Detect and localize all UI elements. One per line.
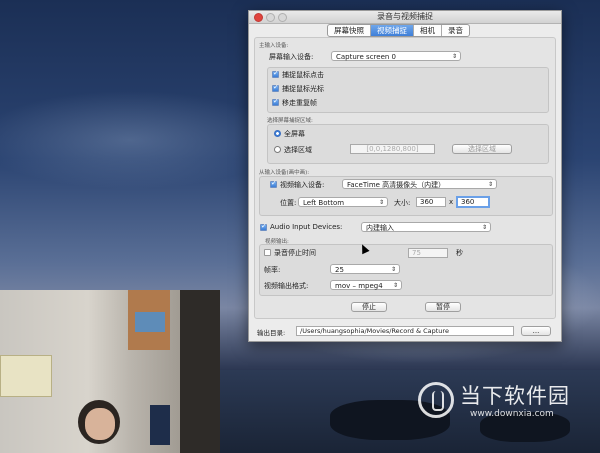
video-device-value: FaceTime 高清摄像头（内建） xyxy=(347,181,446,189)
full-screen-label: 全屏幕 xyxy=(284,130,305,138)
screen-device-select[interactable]: Capture screen 0 ⇕ xyxy=(331,51,461,61)
region-box: 全屏幕 选择区域 [0,0,1280,800] 选择区域 xyxy=(267,124,549,164)
chevron-updown-icon: ⇕ xyxy=(392,282,398,289)
select-region-radio[interactable] xyxy=(274,146,281,153)
brand-url: www.downxia.com xyxy=(470,409,554,419)
size-label: 大小: xyxy=(394,199,411,207)
chevron-updown-icon: ⇕ xyxy=(487,181,493,188)
full-screen-radio[interactable] xyxy=(274,130,281,137)
secondary-input-box: 视频输入设备: FaceTime 高清摄像头（内建） ⇕ 位置: Left Bo… xyxy=(259,176,553,216)
position-select[interactable]: Left Bottom ⇕ xyxy=(298,197,388,207)
books xyxy=(135,312,165,332)
fps-select[interactable]: 25 ⇕ xyxy=(330,264,400,274)
window-title: 录音与视频捕捉 xyxy=(377,12,433,21)
tab-audio[interactable]: 录音 xyxy=(442,25,469,36)
person-face xyxy=(85,408,115,440)
capture-options-box: 捕捉鼠标点击 捕捉鼠标光标 移走重复帧 xyxy=(267,67,549,113)
video-output-box: 录音停止时间 75 秒 帧率: 25 ⇕ 视频输出格式: mov – mpeg4… xyxy=(259,244,553,296)
tab-screenshot[interactable]: 屏幕快照 xyxy=(328,25,371,36)
close-button[interactable] xyxy=(254,13,263,22)
capture-clicks-label: 捕捉鼠标点击 xyxy=(282,71,324,79)
width-field[interactable]: 360 xyxy=(416,197,446,207)
height-field[interactable]: 360 xyxy=(456,196,490,208)
times-symbol: x xyxy=(449,198,454,206)
door-shadow xyxy=(180,290,220,453)
capture-window: 录音与视频捕捉 屏幕快照 视频捕捉 相机 录音 主输入设备: 屏幕输入设备: C… xyxy=(248,10,562,342)
position-label: 位置: xyxy=(280,199,297,207)
window-controls xyxy=(254,13,287,22)
region-coordinates-field[interactable]: [0,0,1280,800] xyxy=(350,144,435,154)
video-device-select[interactable]: FaceTime 高清摄像头（内建） ⇕ xyxy=(342,179,497,189)
capture-clicks-checkbox[interactable] xyxy=(272,69,279,78)
video-capture-panel: 主输入设备: 屏幕输入设备: Capture screen 0 ⇕ 捕捉鼠标点击… xyxy=(254,37,556,319)
video-input-checkbox[interactable] xyxy=(270,179,277,188)
browse-button[interactable]: ... xyxy=(521,326,551,336)
region-group-label: 选择屏幕捕捉区域: xyxy=(267,118,313,124)
secondary-input-group-label: 从输入设备(画中画): xyxy=(259,170,310,176)
video-device-label: 视频输入设备: xyxy=(280,181,325,189)
wall-poster xyxy=(0,355,52,397)
capture-cursor-checkbox[interactable] xyxy=(272,83,279,92)
zoom-button[interactable] xyxy=(278,13,287,22)
screen-device-label: 屏幕输入设备: xyxy=(269,53,314,61)
output-dir-label: 输出目录: xyxy=(257,329,286,337)
brand-logo-icon xyxy=(418,382,454,418)
audio-input-label: Audio Input Devices: xyxy=(270,223,343,231)
audio-input-checkbox[interactable] xyxy=(260,222,267,231)
screen-device-value: Capture screen 0 xyxy=(336,53,397,61)
select-region-button[interactable]: 选择区域 xyxy=(452,144,512,154)
fps-label: 帧率: xyxy=(264,266,281,274)
stop-timer-field[interactable]: 75 xyxy=(408,248,448,258)
main-input-group-label: 主输入设备: xyxy=(259,43,289,49)
audio-device-value: 内建输入 xyxy=(366,224,394,232)
chevron-updown-icon: ⇕ xyxy=(451,53,457,60)
stop-button[interactable]: 停止 xyxy=(351,302,387,312)
window-titlebar: 录音与视频捕捉 xyxy=(249,11,561,24)
output-dir-field[interactable]: /Users/huangsophia/Movies/Record & Captu… xyxy=(296,326,514,336)
format-value: mov – mpeg4 xyxy=(335,282,383,290)
select-region-label: 选择区域 xyxy=(284,146,312,154)
tab-video-capture[interactable]: 视频捕捉 xyxy=(371,25,414,36)
brand-name: 当下软件园 xyxy=(460,384,570,408)
minimize-button[interactable] xyxy=(266,13,275,22)
camera-preview xyxy=(0,290,220,453)
tab-bar: 屏幕快照 视频捕捉 相机 录音 xyxy=(327,24,470,37)
position-value: Left Bottom xyxy=(303,199,345,207)
tab-camera[interactable]: 相机 xyxy=(414,25,442,36)
pause-button[interactable]: 暂停 xyxy=(425,302,461,312)
stop-timer-label: 录音停止时间 xyxy=(274,249,316,257)
capture-cursor-label: 捕捉鼠标光标 xyxy=(282,85,324,93)
audio-device-select[interactable]: 内建输入 ⇕ xyxy=(361,222,491,232)
stop-timer-checkbox[interactable] xyxy=(264,249,271,256)
chevron-updown-icon: ⇕ xyxy=(481,224,487,231)
chevron-updown-icon: ⇕ xyxy=(378,199,384,206)
stop-timer-unit: 秒 xyxy=(456,249,463,257)
monitor xyxy=(150,405,170,445)
chevron-updown-icon: ⇕ xyxy=(390,266,396,273)
remove-duplicate-frames-checkbox[interactable] xyxy=(272,97,279,106)
fps-value: 25 xyxy=(335,266,344,274)
format-label: 视频输出格式: xyxy=(264,282,309,290)
remove-duplicate-frames-label: 移走重复帧 xyxy=(282,99,317,107)
format-select[interactable]: mov – mpeg4 ⇕ xyxy=(330,280,402,290)
